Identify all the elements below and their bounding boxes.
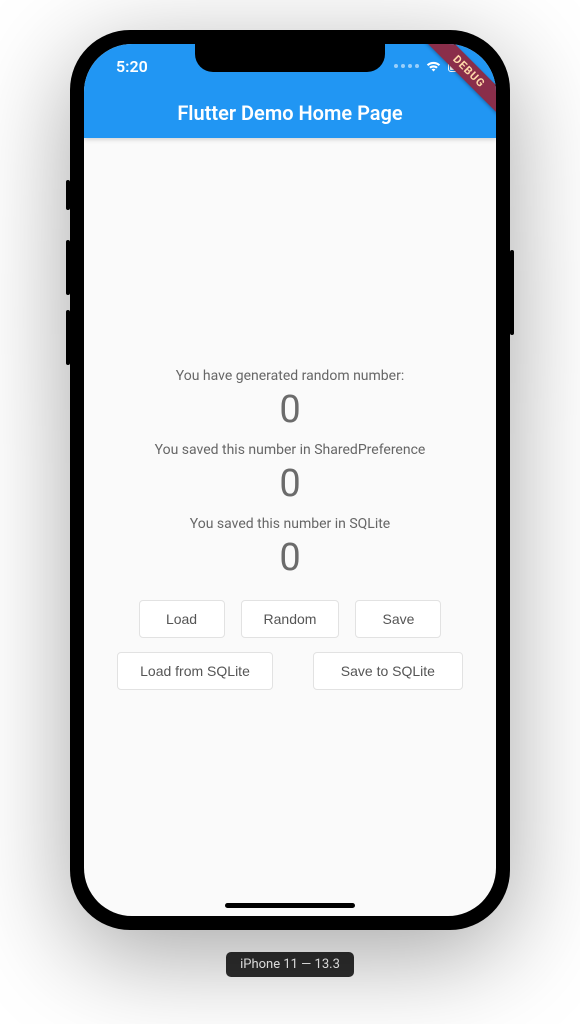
page-title: Flutter Demo Home Page (177, 101, 402, 125)
phone-frame: DEBUG 5:20 Flutter Demo Home Page You h (70, 30, 510, 930)
main-content: You have generated random number: 0 You … (84, 138, 496, 916)
sharedpref-value: 0 (279, 464, 300, 506)
sqlite-value: 0 (279, 538, 300, 580)
signal-dots-icon (394, 64, 419, 68)
button-row-1: Load Random Save (139, 600, 442, 638)
silent-switch (66, 180, 70, 210)
volume-up-button (66, 240, 70, 295)
random-button[interactable]: Random (241, 600, 340, 638)
power-button (510, 250, 514, 335)
device-label: iPhone 11 — 13.3 (226, 952, 354, 977)
home-indicator[interactable] (225, 903, 355, 908)
button-row-2: Load from SQLite Save to SQLite (117, 652, 463, 690)
load-button[interactable]: Load (139, 600, 225, 638)
generated-label: You have generated random number: (176, 368, 404, 384)
generated-value: 0 (279, 390, 300, 432)
volume-down-button (66, 310, 70, 365)
notch (195, 44, 385, 72)
status-time: 5:20 (116, 57, 148, 76)
app-bar: Flutter Demo Home Page (84, 88, 496, 138)
sqlite-label: You saved this number in SQLite (190, 516, 390, 532)
sharedpref-label: You saved this number in SharedPreferenc… (155, 442, 426, 458)
phone-screen: DEBUG 5:20 Flutter Demo Home Page You h (84, 44, 496, 916)
simulator-window: DEBUG 5:20 Flutter Demo Home Page You h (70, 30, 510, 930)
wifi-icon (425, 60, 442, 72)
load-sqlite-button[interactable]: Load from SQLite (117, 652, 273, 690)
save-button[interactable]: Save (355, 600, 441, 638)
save-sqlite-button[interactable]: Save to SQLite (313, 652, 463, 690)
